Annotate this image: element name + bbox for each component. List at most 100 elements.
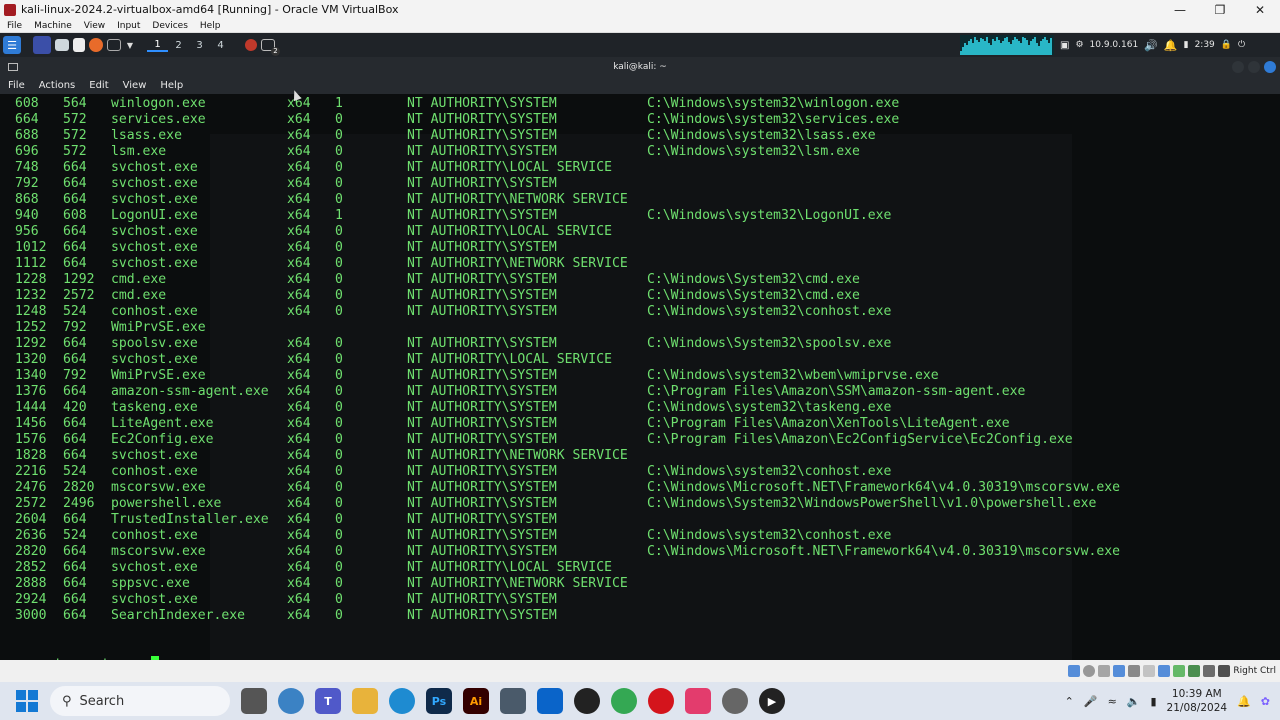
vbox-menu-machine[interactable]: Machine: [27, 21, 77, 31]
network-icon[interactable]: ⚙: [1075, 40, 1083, 50]
workspace-1[interactable]: 1: [147, 39, 168, 52]
lock-icon[interactable]: 🔒: [1221, 40, 1232, 50]
wifi-icon[interactable]: ≈: [1108, 695, 1117, 708]
vbox-menu-file[interactable]: File: [0, 21, 27, 31]
process-arch: x64: [287, 496, 311, 511]
notification-icon[interactable]: 🔔: [1237, 695, 1251, 708]
onedrive-icon[interactable]: [278, 688, 304, 714]
outlook-icon[interactable]: [537, 688, 563, 714]
3d-viewer-icon[interactable]: [500, 688, 526, 714]
settings-icon[interactable]: [722, 688, 748, 714]
terminal-task-icon[interactable]: 2: [261, 39, 280, 56]
terminal-menu-edit[interactable]: Edit: [81, 80, 114, 91]
system-tray: ⌃ 🎤 ≈ 🔈 ▮ 10:39 AM 21/08/2024 🔔 ✿: [1065, 682, 1270, 720]
vbox-menu-view[interactable]: View: [77, 21, 110, 31]
virtualbox-app-icon: [4, 3, 16, 16]
workspace-3[interactable]: 3: [189, 40, 210, 51]
process-arch: x64: [287, 480, 311, 495]
taskbar-search[interactable]: ⚲ Search: [50, 686, 230, 716]
usb-icon[interactable]: [1128, 665, 1141, 677]
microphone-icon[interactable]: 🎤: [1084, 695, 1098, 708]
process-name: TrustedInstaller.exe: [111, 512, 269, 527]
opera-icon[interactable]: [648, 688, 674, 714]
terminal-menu-help[interactable]: Help: [152, 80, 189, 91]
power-icon[interactable]: ⏻: [1238, 40, 1245, 50]
process-session: 0: [335, 336, 343, 351]
process-name: winlogon.exe: [111, 96, 206, 111]
process-arch: x64: [287, 416, 311, 431]
audio-icon[interactable]: [1098, 665, 1111, 677]
media-player-icon[interactable]: ▶: [759, 688, 785, 714]
terminal-maximize-button[interactable]: [1248, 61, 1260, 73]
copilot-icon[interactable]: ✿: [1261, 695, 1270, 708]
process-session: 1: [335, 96, 343, 111]
terminal-menu-file[interactable]: File: [0, 80, 31, 91]
burp-icon[interactable]: [245, 39, 257, 51]
edge-icon[interactable]: [389, 688, 415, 714]
terminal-output[interactable]: 608 564 winlogon.exe x64 1 NT AUTHORITY\SYSTE…: [0, 94, 1280, 660]
show-desktop-icon[interactable]: [33, 36, 51, 54]
process-ppid: 664: [63, 608, 87, 623]
shared-folders-icon[interactable]: [1143, 665, 1156, 677]
terminal-icon[interactable]: [107, 39, 121, 51]
process-name: svchost.exe: [111, 256, 198, 271]
volume-icon[interactable]: 🔊: [1144, 39, 1158, 52]
process-arch: x64: [287, 448, 311, 463]
notification-bell-icon[interactable]: 🔔: [1164, 39, 1178, 52]
clock-date: 21/08/2024: [1166, 702, 1228, 714]
cpu-activity-icon[interactable]: [1188, 665, 1201, 677]
keyboard-capture-icon[interactable]: [1218, 665, 1231, 677]
terminal-close-button[interactable]: [1264, 61, 1276, 73]
text-editor-icon[interactable]: [73, 38, 85, 52]
battery-icon[interactable]: ▮: [1184, 40, 1189, 50]
speaker-icon[interactable]: 🔈: [1127, 695, 1141, 708]
monitor-icon[interactable]: ▣: [1060, 40, 1069, 51]
firefox-icon[interactable]: [89, 38, 103, 52]
chrome-icon[interactable]: [611, 688, 637, 714]
process-path: C:\Windows\system32\wbem\wmiprvse.exe: [647, 368, 939, 383]
minimize-button[interactable]: —: [1160, 3, 1200, 17]
windows-start-icon[interactable]: [16, 690, 38, 712]
teams-icon[interactable]: T: [315, 688, 341, 714]
mouse-integration-icon[interactable]: [1203, 665, 1216, 677]
process-ppid: 664: [63, 560, 87, 575]
vbox-menu-devices[interactable]: Devices: [145, 21, 192, 31]
process-ppid: 664: [63, 256, 87, 271]
optical-drive-icon[interactable]: [1083, 665, 1096, 677]
process-pid: 2924: [15, 592, 47, 607]
file-manager-icon[interactable]: [55, 39, 69, 51]
network-adapter-icon[interactable]: [1113, 665, 1126, 677]
process-ppid: 664: [63, 192, 87, 207]
task-view-icon[interactable]: [241, 688, 267, 714]
file-explorer-icon[interactable]: [352, 688, 378, 714]
virtualbox-icon[interactable]: [685, 688, 711, 714]
search-label: Search: [79, 693, 125, 709]
terminal-count-badge: 2: [271, 47, 280, 56]
vbox-menu-help[interactable]: Help: [193, 21, 226, 31]
process-path: C:\Windows\system32\conhost.exe: [647, 304, 892, 319]
process-session: 0: [335, 592, 343, 607]
display-icon[interactable]: [1158, 665, 1171, 677]
close-button[interactable]: ✕: [1240, 3, 1280, 17]
process-arch: x64: [287, 592, 311, 607]
chevron-up-icon[interactable]: ⌃: [1065, 695, 1074, 708]
process-user: NT AUTHORITY\SYSTEM: [407, 384, 557, 399]
pen-tool-icon[interactable]: [574, 688, 600, 714]
illustrator-icon[interactable]: Ai: [463, 688, 489, 714]
terminal-menu-view[interactable]: View: [115, 80, 153, 91]
terminal-minimize-button[interactable]: [1232, 61, 1244, 73]
terminal-menu-actions[interactable]: Actions: [31, 80, 82, 91]
taskbar-clock[interactable]: 10:39 AM 21/08/2024: [1167, 687, 1228, 715]
kali-menu-icon[interactable]: ☰: [3, 36, 21, 54]
photoshop-icon[interactable]: Ps: [426, 688, 452, 714]
vbox-menu-input[interactable]: Input: [110, 21, 145, 31]
recording-icon[interactable]: [1173, 665, 1186, 677]
battery-tray-icon[interactable]: ▮: [1150, 695, 1156, 708]
workspace-4[interactable]: 4: [210, 40, 231, 51]
panel-clock[interactable]: 2:39: [1195, 40, 1215, 50]
hard-disk-icon[interactable]: [1068, 665, 1081, 677]
command-prompt[interactable]: meterpreter >: [7, 640, 159, 660]
chevron-down-icon[interactable]: ▼: [125, 36, 135, 54]
workspace-2[interactable]: 2: [168, 40, 189, 51]
restore-button[interactable]: ❐: [1200, 3, 1240, 17]
